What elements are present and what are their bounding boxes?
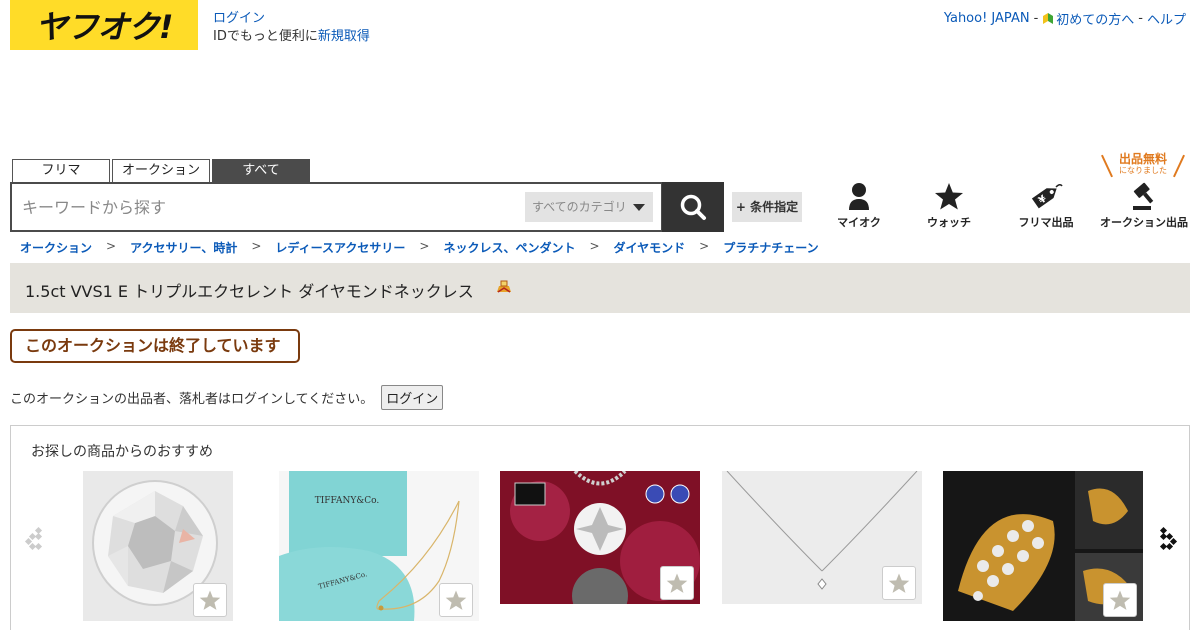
- tab-all[interactable]: すべて: [212, 159, 310, 182]
- free-listing-badge: 出品無料 になりました: [1101, 152, 1185, 178]
- svg-text:TIFFANY&Co.: TIFFANY&Co.: [315, 496, 380, 506]
- item-thumbnail[interactable]: [83, 471, 233, 621]
- watch-toggle-button[interactable]: [193, 583, 227, 617]
- star-icon: [1109, 590, 1131, 610]
- search-tabs: フリマ オークション すべて: [12, 159, 310, 182]
- login-button[interactable]: ログイン: [381, 385, 444, 410]
- watch-toggle-button[interactable]: [1103, 583, 1137, 617]
- item-thumbnail[interactable]: [943, 471, 1143, 621]
- star-icon: [888, 573, 910, 593]
- top-link-separator: -: [1033, 11, 1039, 26]
- star-icon: [935, 183, 963, 210]
- star-icon: [199, 590, 221, 610]
- search-box: すべてのカテゴリ: [10, 182, 663, 232]
- category-select-label: すべてのカテゴリ: [532, 200, 627, 214]
- breadcrumb-item[interactable]: ネックレス、ペンダント: [443, 239, 575, 256]
- person-icon: [849, 183, 869, 210]
- beginner-mark-icon: [1043, 13, 1054, 24]
- recommendations-panel: お探しの商品からのおすすめ TIFFANY&Co. TIFFANY&Co.: [10, 425, 1190, 630]
- breadcrumb-item[interactable]: ダイヤモンド: [614, 239, 686, 256]
- beginner-link-label: 初めての方へ: [1056, 13, 1135, 28]
- carousel-next-icon[interactable]: [1149, 524, 1179, 554]
- recommendation-item[interactable]: [83, 471, 233, 621]
- nav-watch-label: ウォッチ: [927, 216, 971, 229]
- search-input[interactable]: [22, 192, 522, 222]
- search-button[interactable]: [662, 182, 724, 232]
- help-link[interactable]: ヘルプ: [1147, 9, 1186, 28]
- item-thumbnail[interactable]: TIFFANY&Co. TIFFANY&Co.: [279, 471, 479, 621]
- top-links: Yahoo! JAPAN - 初めての方へ - ヘルプ: [944, 9, 1186, 28]
- tab-furima[interactable]: フリマ: [12, 159, 110, 182]
- auction-ended-banner: このオークションは終了しています: [10, 329, 300, 363]
- beginner-link[interactable]: 初めての方へ: [1042, 9, 1134, 28]
- yahuoku-logo[interactable]: ヤフオク!: [10, 0, 198, 50]
- recommendation-item[interactable]: [943, 471, 1143, 621]
- nav-furima-listing-label: フリマ出品: [1018, 216, 1074, 229]
- login-link[interactable]: ログイン: [213, 11, 265, 26]
- breadcrumb-separator: >: [589, 239, 600, 253]
- breadcrumb-separator: >: [106, 239, 117, 253]
- recommendation-item[interactable]: [500, 471, 700, 604]
- breadcrumb-item[interactable]: レディースアクセサリー: [275, 239, 405, 256]
- conditions-button[interactable]: + 条件指定: [732, 192, 802, 222]
- auction-status-icon: [497, 280, 511, 293]
- watch-toggle-button[interactable]: [660, 566, 694, 600]
- id-note: IDでもっと便利に: [213, 29, 318, 44]
- login-box: ログイン IDでもっと便利に新規取得: [213, 10, 370, 46]
- price-tag-icon: ¥: [1031, 183, 1063, 209]
- top-link-separator: -: [1138, 11, 1143, 26]
- nav-myauction-label: マイオク: [837, 216, 881, 229]
- item-thumbnail[interactable]: [722, 471, 922, 604]
- star-icon: [445, 590, 467, 610]
- breadcrumb-item[interactable]: プラチナチェーン: [723, 239, 818, 256]
- tab-auction[interactable]: オークション: [112, 159, 210, 182]
- watch-toggle-button[interactable]: [439, 583, 473, 617]
- item-title-bar: 1.5ct VVS1 E トリプルエクセレント ダイヤモンドネックレス: [10, 263, 1190, 313]
- breadcrumb-separator: >: [419, 239, 430, 253]
- item-title: 1.5ct VVS1 E トリプルエクセレント ダイヤモンドネックレス: [25, 282, 474, 301]
- nav-furima-listing[interactable]: ¥ フリマ出品: [1010, 180, 1082, 230]
- carousel-prev-icon[interactable]: [23, 524, 53, 554]
- search-icon: [680, 194, 706, 220]
- breadcrumb-separator: >: [699, 239, 710, 253]
- recommendations-title: お探しの商品からのおすすめ: [31, 444, 213, 460]
- watch-toggle-button[interactable]: [882, 566, 916, 600]
- gavel-icon: [1133, 182, 1154, 210]
- recommendation-item[interactable]: [722, 471, 922, 604]
- breadcrumb-item[interactable]: アクセサリー、時計: [130, 239, 237, 256]
- item-thumbnail[interactable]: [500, 471, 700, 604]
- signup-link[interactable]: 新規取得: [318, 29, 370, 44]
- dropdown-arrow-icon: [633, 204, 645, 211]
- login-note: このオークションの出品者、落札者はログインしてください。 ログイン: [10, 385, 444, 410]
- star-icon: [666, 573, 688, 593]
- breadcrumb-item[interactable]: オークション: [20, 239, 92, 256]
- yahoo-japan-link[interactable]: Yahoo! JAPAN: [944, 11, 1030, 26]
- free-badge-big: 出品無料: [1118, 152, 1167, 166]
- breadcrumb-separator: >: [251, 239, 262, 253]
- nav-myauction[interactable]: マイオク: [830, 180, 888, 230]
- recommendation-item[interactable]: TIFFANY&Co. TIFFANY&Co.: [279, 471, 479, 621]
- nav-auction-listing-label: オークション出品: [1100, 216, 1188, 229]
- logo-text: ヤフオク!: [35, 8, 174, 46]
- nav-watch[interactable]: ウォッチ: [920, 180, 978, 230]
- login-note-text: このオークションの出品者、落札者はログインしてください。: [10, 392, 374, 407]
- free-badge-small: になりました: [1119, 166, 1167, 175]
- breadcrumb: オークション > アクセサリー、時計 > レディースアクセサリー > ネックレス、ペン…: [20, 239, 819, 256]
- category-select[interactable]: すべてのカテゴリ: [525, 192, 653, 222]
- nav-auction-listing[interactable]: オークション出品: [1098, 180, 1190, 230]
